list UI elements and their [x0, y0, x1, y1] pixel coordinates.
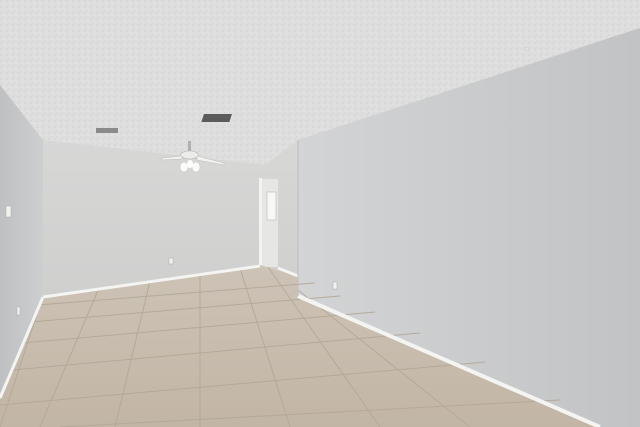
- empty-room-photo: [0, 0, 640, 427]
- ceiling-detector: [524, 46, 530, 52]
- outlet-back-wall: [168, 257, 174, 265]
- ceiling-vent-small: [96, 128, 118, 133]
- light-switch: [5, 205, 12, 218]
- outlet-right-wall: [332, 281, 338, 290]
- outlet-left-wall: [16, 306, 21, 316]
- room-illustration: [0, 0, 640, 427]
- ceiling-vent: [201, 114, 232, 122]
- hallway-door-trim: [259, 178, 262, 267]
- hallway-window: [266, 191, 277, 221]
